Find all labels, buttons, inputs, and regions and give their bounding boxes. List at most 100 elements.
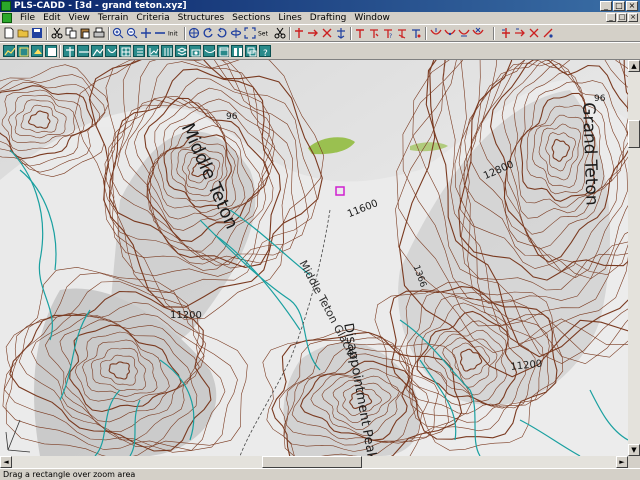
sag-delete-icon[interactable] [472, 27, 484, 39]
sag-edit-icon[interactable] [444, 27, 456, 39]
orbit-icon[interactable] [230, 27, 242, 39]
view-clearance-icon[interactable] [105, 45, 117, 57]
scroll-right-button[interactable]: ► [616, 456, 628, 468]
child-close-button[interactable]: × [628, 13, 638, 22]
view-report-icon[interactable] [133, 45, 145, 57]
status-text: Drag a rectangle over zoom area [3, 470, 136, 479]
minimize-button[interactable]: _ [600, 1, 612, 11]
sag-query-icon[interactable] [458, 27, 470, 39]
structure-info-icon[interactable] [335, 27, 347, 39]
label-elevation-96-right: 96 [594, 94, 606, 104]
rotate-left-icon[interactable] [202, 27, 214, 39]
svg-text:Set: Set [258, 31, 269, 38]
terrain-3d-view[interactable]: Middle Teton Grand Teton Middle Teton Gl… [0, 60, 628, 456]
view-cascade-icon[interactable] [245, 45, 257, 57]
child-minimize-button[interactable]: _ [606, 13, 616, 22]
view-layers-icon[interactable] [175, 45, 188, 57]
menu-criteria[interactable]: Criteria [132, 12, 173, 24]
view-help-icon[interactable]: ? [259, 45, 271, 58]
toolbar-separator [184, 27, 186, 40]
vertical-scroll-thumb[interactable] [628, 120, 640, 148]
svg-text:?: ? [389, 33, 392, 39]
marker-move-icon[interactable] [514, 27, 526, 39]
toolbar-separator [289, 27, 291, 40]
horizontal-line-icon[interactable] [154, 27, 166, 39]
fit-view-icon[interactable] [244, 27, 256, 39]
paste-icon[interactable] [79, 27, 91, 39]
add-structure-icon[interactable] [293, 27, 305, 39]
menu-window[interactable]: Window [350, 12, 394, 24]
cut-icon[interactable] [51, 27, 63, 39]
move-structure-icon[interactable] [307, 27, 319, 39]
sag-add-icon[interactable] [430, 27, 442, 39]
view-terrain-icon[interactable] [91, 45, 104, 57]
new-file-icon[interactable] [3, 27, 15, 39]
menu-view[interactable]: View [65, 12, 94, 24]
horizontal-scrollbar[interactable]: ◄ ► [0, 456, 628, 468]
view-tile-icon[interactable] [231, 45, 243, 57]
scroll-corner [628, 456, 640, 468]
label-grand-teton: Grand Teton [578, 102, 602, 206]
print-icon[interactable] [93, 27, 105, 39]
view-graph-icon[interactable] [147, 45, 159, 57]
view-section-icon[interactable] [77, 45, 89, 57]
set-button[interactable]: Set [258, 27, 272, 39]
menu-edit[interactable]: Edit [39, 12, 64, 24]
view-3d-icon[interactable] [31, 45, 43, 57]
pi-query-icon[interactable]: ? [382, 27, 394, 39]
copy-icon[interactable] [65, 27, 77, 39]
pi-insert-icon[interactable] [354, 27, 366, 39]
marker-info-icon[interactable] [542, 27, 554, 39]
menu-terrain[interactable]: Terrain [94, 12, 132, 24]
toolbar-separator [493, 27, 495, 40]
app-icon[interactable] [1, 1, 11, 11]
horizontal-scroll-thumb[interactable] [262, 456, 362, 468]
zoom-in-icon[interactable] [112, 27, 124, 39]
view-table-icon[interactable] [119, 45, 131, 57]
save-icon[interactable] [31, 27, 43, 39]
svg-text:?: ? [263, 49, 268, 58]
main-toolbar: Init Set ? [0, 24, 640, 42]
rotate-right-icon[interactable] [216, 27, 228, 39]
view-structure-icon[interactable] [63, 45, 75, 57]
pi-move-icon[interactable] [368, 27, 380, 39]
menu-sections[interactable]: Sections [228, 12, 274, 24]
toolbar-separator [350, 27, 352, 40]
open-folder-icon[interactable] [17, 27, 29, 39]
menu-file[interactable]: File [16, 12, 39, 24]
pi-delete-icon[interactable] [396, 27, 408, 39]
marker-delete-icon[interactable] [528, 27, 540, 39]
view-library-icon[interactable] [161, 45, 173, 57]
view-profile-icon[interactable] [3, 45, 16, 57]
marker-add-icon[interactable] [500, 27, 512, 39]
label-elevation-11200-left: 11200 [170, 310, 202, 321]
vertical-scrollbar[interactable]: ▲ ▼ [628, 60, 640, 456]
close-button[interactable]: × [626, 1, 638, 11]
maximize-button[interactable]: □ [613, 1, 625, 11]
child-restore-button[interactable]: □ [617, 13, 627, 22]
menu-lines[interactable]: Lines [274, 12, 305, 24]
cross-cursor-icon[interactable] [140, 27, 152, 39]
window-controls: _ □ × [600, 1, 638, 11]
pi-info-icon[interactable] [410, 27, 422, 39]
delete-structure-icon[interactable] [321, 27, 333, 39]
view-plan-icon[interactable] [17, 45, 29, 57]
scroll-down-button[interactable]: ▼ [628, 444, 640, 456]
menu-drafting[interactable]: Drafting [306, 12, 351, 24]
document-icon[interactable] [2, 13, 12, 23]
scroll-up-button[interactable]: ▲ [628, 60, 640, 72]
init-button[interactable]: Init [168, 27, 182, 39]
title-bar: PLS-CADD - [3d - grand teton.xyz] _ □ × [0, 0, 640, 12]
scroll-left-button[interactable]: ◄ [0, 456, 12, 468]
menu-bar: File Edit View Terrain Criteria Structur… [0, 12, 640, 24]
terrain-map[interactable] [0, 60, 628, 456]
view-window-icon[interactable] [217, 45, 229, 57]
view-sheet-icon[interactable] [45, 45, 57, 57]
zoom-out-icon[interactable] [126, 27, 138, 39]
view-camera-icon[interactable] [189, 45, 201, 57]
window-title: PLS-CADD - [3d - grand teton.xyz] [14, 1, 187, 11]
view-wire-icon[interactable] [203, 45, 216, 57]
pan-icon[interactable] [188, 27, 200, 39]
menu-structures[interactable]: Structures [174, 12, 229, 24]
scissors-icon[interactable] [274, 27, 286, 39]
